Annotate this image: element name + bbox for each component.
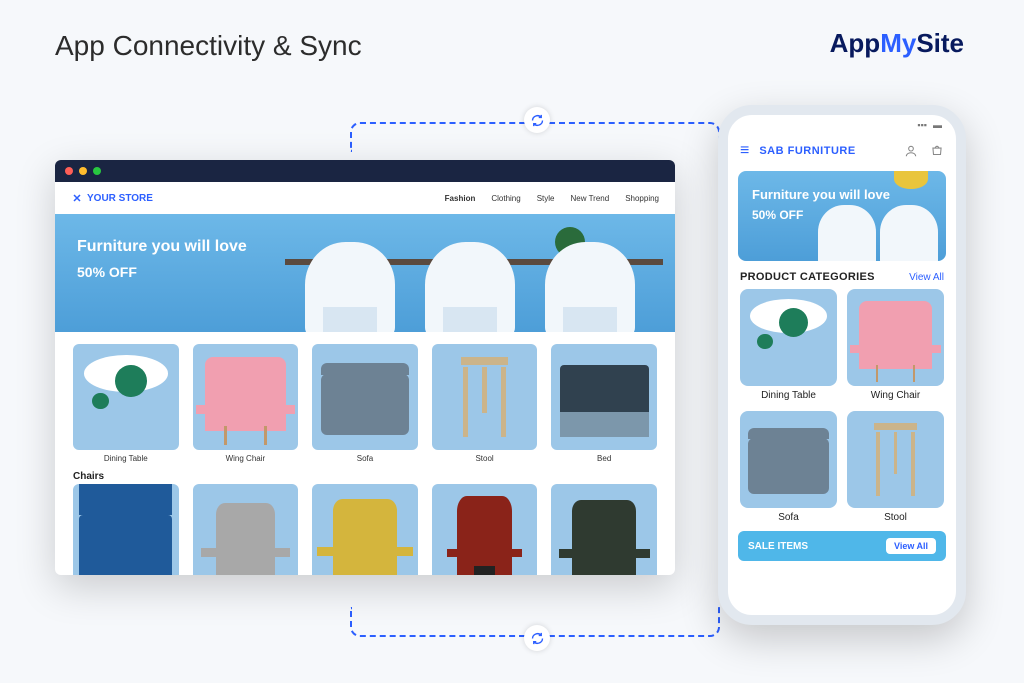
sync-icon (524, 107, 550, 133)
category-bed[interactable]: Bed (551, 344, 657, 463)
category-row-1: Dining Table Wing Chair Sofa Stool Bed (55, 332, 675, 469)
phone-status-bar: ▪▪▪ ▬ (728, 115, 956, 135)
product-chair-red[interactable] (432, 484, 538, 575)
brand-logo: AppMySite (830, 28, 964, 59)
website-nav: Fashion Clothing Style New Trend Shoppin… (445, 194, 659, 203)
app-header: ≡ SAB FURNITURE (728, 135, 956, 167)
hero-chair-graphic (425, 242, 515, 332)
product-chair-blue[interactable] (73, 484, 179, 575)
product-chair-grey[interactable] (193, 484, 299, 575)
category-label: Dining Table (73, 454, 179, 463)
app-hero-banner[interactable]: Furniture you will love 50% OFF (738, 171, 946, 261)
product-image (551, 484, 657, 575)
website-browser-window: YOUR STORE Fashion Clothing Style New Tr… (55, 160, 675, 575)
window-maximize-icon[interactable] (93, 167, 101, 175)
hero-chair-graphic (818, 205, 876, 261)
nav-item-clothing[interactable]: Clothing (491, 194, 520, 203)
category-label: Sofa (740, 512, 837, 523)
product-image (432, 484, 538, 575)
product-image (193, 484, 299, 575)
hero-chair-graphic (305, 242, 395, 332)
category-image (432, 344, 538, 450)
app-category-wing-chair[interactable]: Wing Chair (847, 289, 944, 401)
signal-icon: ▪▪▪ (917, 120, 927, 130)
nav-item-newtrend[interactable]: New Trend (571, 194, 610, 203)
app-categories-title: PRODUCT CATEGORIES (740, 271, 875, 283)
store-name: YOUR STORE (87, 193, 153, 204)
browser-chrome (55, 160, 675, 182)
website-header: YOUR STORE Fashion Clothing Style New Tr… (55, 182, 675, 214)
category-image (847, 411, 944, 508)
hero-chair-graphic (880, 205, 938, 261)
category-label: Sofa (312, 454, 418, 463)
category-image (73, 344, 179, 450)
sync-icon (524, 625, 550, 651)
category-label: Wing Chair (193, 454, 299, 463)
category-label: Stool (847, 512, 944, 523)
app-hero-headline: Furniture you will love (752, 187, 932, 202)
category-label: Stool (432, 454, 538, 463)
category-label: Bed (551, 454, 657, 463)
category-dining-table[interactable]: Dining Table (73, 344, 179, 463)
window-minimize-icon[interactable] (79, 167, 87, 175)
category-image (312, 344, 418, 450)
app-title: SAB FURNITURE (759, 145, 855, 157)
category-label: Dining Table (740, 390, 837, 401)
category-image (740, 289, 837, 386)
store-logo[interactable]: YOUR STORE (71, 192, 153, 204)
menu-icon[interactable]: ≡ (740, 142, 749, 160)
app-category-stool[interactable]: Stool (847, 411, 944, 523)
nav-item-shopping[interactable]: Shopping (625, 194, 659, 203)
app-category-dining-table[interactable]: Dining Table (740, 289, 837, 401)
app-category-sofa[interactable]: Sofa (740, 411, 837, 523)
brand-part-my: My (880, 28, 916, 58)
sale-title: SALE ITEMS (748, 541, 808, 552)
category-row-2 (55, 484, 675, 575)
product-image (312, 484, 418, 575)
mobile-app-device: ▪▪▪ ▬ ≡ SAB FURNITURE Furniture you will… (718, 105, 966, 625)
app-categories-section: PRODUCT CATEGORIES View All Dining Table… (728, 271, 956, 523)
cart-icon[interactable] (930, 144, 944, 158)
category-stool[interactable]: Stool (432, 344, 538, 463)
page-title: App Connectivity & Sync (55, 30, 362, 62)
category-image (551, 344, 657, 450)
category-image (847, 289, 944, 386)
nav-item-fashion[interactable]: Fashion (445, 194, 476, 203)
category-label: Wing Chair (847, 390, 944, 401)
hero-chair-graphic (545, 242, 635, 332)
view-all-link[interactable]: View All (909, 272, 944, 283)
category-wing-chair[interactable]: Wing Chair (193, 344, 299, 463)
product-chair-dark[interactable] (551, 484, 657, 575)
window-close-icon[interactable] (65, 167, 73, 175)
category-image (740, 411, 837, 508)
sale-view-all-button[interactable]: View All (886, 538, 936, 554)
product-image (73, 484, 179, 575)
brand-part-site: Site (916, 28, 964, 58)
product-chair-yellow[interactable] (312, 484, 418, 575)
brand-part-app: App (830, 28, 881, 58)
user-icon[interactable] (904, 144, 918, 158)
category-image (193, 344, 299, 450)
category-sofa[interactable]: Sofa (312, 344, 418, 463)
section-title-chairs: Chairs (55, 469, 675, 484)
sale-items-banner[interactable]: SALE ITEMS View All (738, 531, 946, 561)
nav-item-style[interactable]: Style (537, 194, 555, 203)
website-hero-banner[interactable]: Furniture you will love 50% OFF (55, 214, 675, 332)
battery-icon: ▬ (933, 120, 942, 130)
